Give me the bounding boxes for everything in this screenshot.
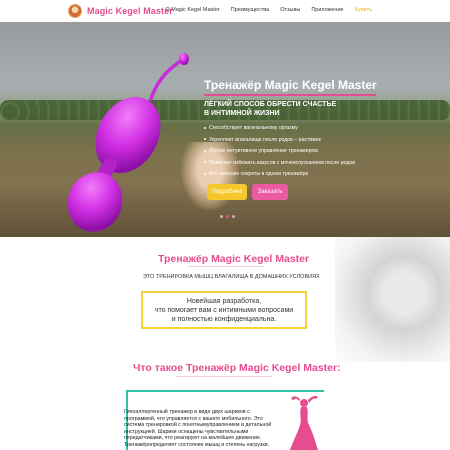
site-header: Magic Kegel Master О Magic Kegel Master …: [0, 0, 450, 22]
slider-dots: [220, 215, 235, 218]
nav-buy[interactable]: Купить: [355, 7, 372, 13]
highlight-line-1: Новейшая разработка,: [186, 297, 262, 305]
hero-subtitle-line-2: В ИНТИМНОЙ ЖИЗНИ: [204, 110, 280, 117]
logo[interactable]: Magic Kegel Master: [68, 4, 173, 18]
kegel-balls-image: [67, 53, 189, 232]
slider-dot-active[interactable]: [226, 215, 229, 218]
order-button[interactable]: Заказать: [252, 184, 288, 200]
nav-reviews[interactable]: Отзывы: [280, 7, 300, 13]
frame-top-border: [126, 390, 324, 392]
logo-avatar-icon: [68, 4, 82, 18]
woman-silhouette-icon: [290, 396, 318, 450]
hero-title-underline: [204, 94, 376, 96]
nav-app[interactable]: Приложение: [311, 7, 343, 13]
section-title: Тренажёр Magic Kegel Master: [158, 253, 310, 265]
slider-dot[interactable]: [232, 215, 235, 218]
list-item: Лёгкое интуитивное управление тренажером: [204, 148, 355, 154]
hero-benefits-list: Способствует вагинальному оргазму Укрепл…: [204, 125, 355, 183]
highlight-text: Новейшая разработка, что помогает вам с …: [155, 297, 293, 324]
section-divider: [188, 266, 264, 267]
highlight-line-3: и полностью конфиденциальна.: [171, 315, 277, 323]
section-subtitle: ЭТО ТРЕНИРОВКА МЫШЦ ВЛАГАЛИЩА В ДОМАШНИХ…: [143, 274, 320, 280]
logo-text: Magic Kegel Master: [87, 6, 173, 16]
list-item: Способствует вагинальному оргазму: [204, 125, 355, 131]
highlight-box: Новейшая разработка, что помогает вам с …: [141, 291, 307, 329]
hero-banner: Тренажёр Magic Kegel Master ЛЁГКИЙ СПОСО…: [0, 22, 450, 237]
description-text: Гипоаллергенный тренажер в виде двух шар…: [124, 409, 272, 448]
list-item: Все женские секреты в одном тренажёре: [204, 171, 355, 177]
section-divider: [176, 376, 272, 377]
hero-title: Тренажёр Magic Kegel Master: [204, 78, 377, 92]
what-is-title: Что такое Тренажёр Magic Kegel Master:: [133, 362, 341, 374]
list-item: Укрепляет влагалище после родов – растяж…: [204, 137, 355, 143]
slider-dot[interactable]: [220, 215, 223, 218]
main-nav: О Magic Kegel Master Преимущества Отзывы…: [165, 7, 372, 13]
nav-about[interactable]: О Magic Kegel Master: [165, 7, 219, 13]
highlight-line-2: что помогает вам с интимными вопросами: [154, 306, 294, 314]
woman-photo: [335, 237, 450, 362]
list-item: Помогает избежать казусов с мочеиспускан…: [204, 160, 355, 166]
nav-advantages[interactable]: Преимущества: [231, 7, 269, 13]
hero-subtitle-line-1: ЛЁГКИЙ СПОСОБ ОБРЕСТИ СЧАСТЬЕ: [204, 101, 337, 108]
hero-subtitle: ЛЁГКИЙ СПОСОБ ОБРЕСТИ СЧАСТЬЕ В ИНТИМНОЙ…: [204, 100, 384, 118]
more-button[interactable]: Подробнее: [207, 184, 247, 200]
